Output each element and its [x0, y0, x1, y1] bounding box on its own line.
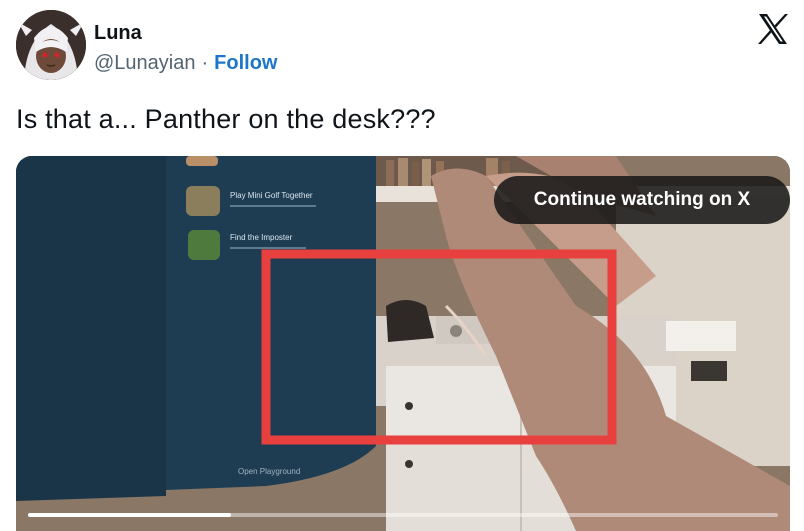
screen-footer: Open Playground — [238, 467, 300, 476]
tweet-text: Is that a... Panther on the desk??? — [16, 104, 436, 134]
avatar[interactable] — [16, 10, 86, 80]
separator-dot: · — [201, 52, 209, 74]
x-logo-icon[interactable] — [756, 12, 790, 46]
video-progress-bar[interactable] — [28, 513, 778, 517]
tweet-header: Luna @Lunayian · Follow — [16, 10, 790, 86]
video-player[interactable]: Play Mini Golf Together Find the Imposte… — [16, 156, 790, 531]
screen-item-2: Find the Imposter — [230, 233, 293, 242]
author-handle[interactable]: @Lunayian — [94, 52, 195, 75]
follow-button[interactable]: Follow — [214, 52, 277, 75]
screen-item-1: Play Mini Golf Together — [230, 191, 313, 200]
author-name[interactable]: Luna — [94, 22, 142, 45]
continue-watching-button[interactable]: Continue watching on X — [494, 176, 790, 224]
handle-row: @Lunayian · Follow — [94, 52, 277, 75]
anime-avatar-icon — [16, 10, 86, 80]
video-progress-fill — [28, 513, 231, 517]
